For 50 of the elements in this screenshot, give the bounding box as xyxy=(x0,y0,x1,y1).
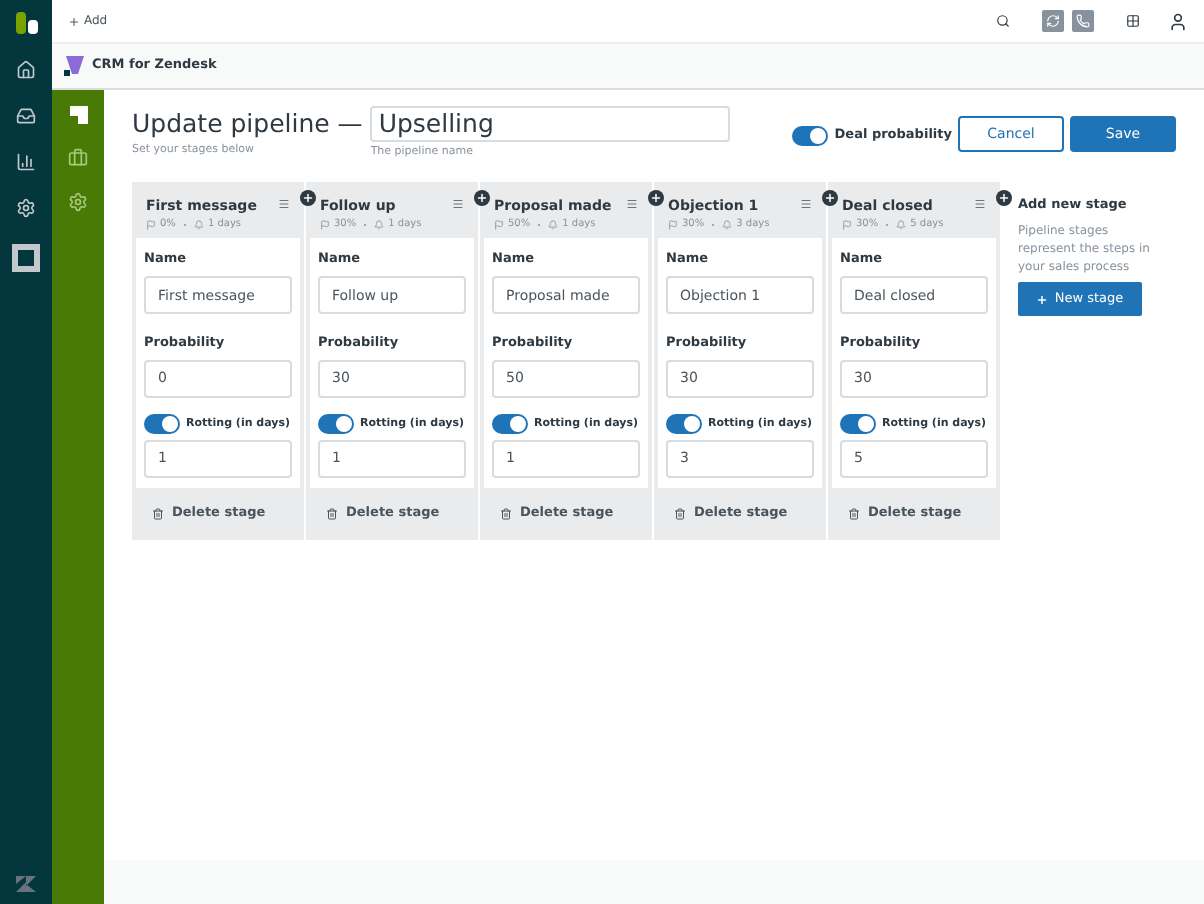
apps-icon[interactable] xyxy=(1126,14,1140,28)
search-icon[interactable] xyxy=(996,14,1010,28)
trash-icon xyxy=(674,507,686,520)
trash-icon xyxy=(326,507,338,520)
toggle-switch[interactable] xyxy=(840,413,876,434)
refresh-icon[interactable] xyxy=(1042,10,1064,32)
toggle-switch[interactable] xyxy=(144,413,180,434)
bell-icon xyxy=(722,220,733,230)
add-stage-icon[interactable] xyxy=(648,190,664,207)
flag-icon xyxy=(494,220,504,230)
bell-icon xyxy=(374,220,385,230)
drag-handle-icon[interactable] xyxy=(278,198,290,211)
plus-icon xyxy=(68,15,80,27)
pipeline-icon[interactable] xyxy=(69,106,87,124)
trash-icon xyxy=(848,507,860,520)
toggle-switch[interactable] xyxy=(792,126,829,146)
toggle-switch[interactable] xyxy=(666,413,702,434)
drag-handle-icon[interactable] xyxy=(800,198,812,211)
avatar-icon[interactable] xyxy=(1168,9,1188,33)
home-icon[interactable] xyxy=(16,60,36,80)
inbox-icon[interactable] xyxy=(16,106,36,126)
bell-icon xyxy=(193,220,204,230)
page-title: Update pipeline — xyxy=(132,106,363,142)
bell-icon xyxy=(548,220,559,230)
add-stage-icon[interactable] xyxy=(300,190,316,207)
settings-icon[interactable] xyxy=(16,198,36,218)
plus-icon xyxy=(1036,293,1049,305)
flag-icon xyxy=(320,220,330,230)
drag-handle-icon[interactable] xyxy=(974,198,986,211)
bell-icon xyxy=(896,220,907,230)
pipeline-name-field[interactable]: Upselling xyxy=(370,106,731,142)
toggle-switch[interactable] xyxy=(492,413,528,434)
add-stage-icon[interactable] xyxy=(996,190,1012,207)
drag-handle-icon[interactable] xyxy=(452,198,464,211)
trash-icon xyxy=(500,507,512,520)
zendesk-logo-icon xyxy=(16,876,36,892)
app-icon[interactable] xyxy=(12,244,40,272)
phone-icon[interactable] xyxy=(1072,10,1094,32)
add-stage-icon[interactable] xyxy=(474,190,490,207)
add-stage-icon[interactable] xyxy=(822,190,838,207)
flag-icon xyxy=(146,220,156,230)
drag-handle-icon[interactable] xyxy=(626,198,638,211)
trash-icon xyxy=(152,507,164,520)
flag-icon xyxy=(668,220,678,230)
logo-icon xyxy=(15,12,37,34)
toggle-switch[interactable] xyxy=(318,413,354,434)
crm-logo-icon xyxy=(64,56,84,76)
briefcase-icon[interactable] xyxy=(68,148,88,168)
flag-icon xyxy=(842,220,852,230)
chart-icon[interactable] xyxy=(16,152,36,172)
